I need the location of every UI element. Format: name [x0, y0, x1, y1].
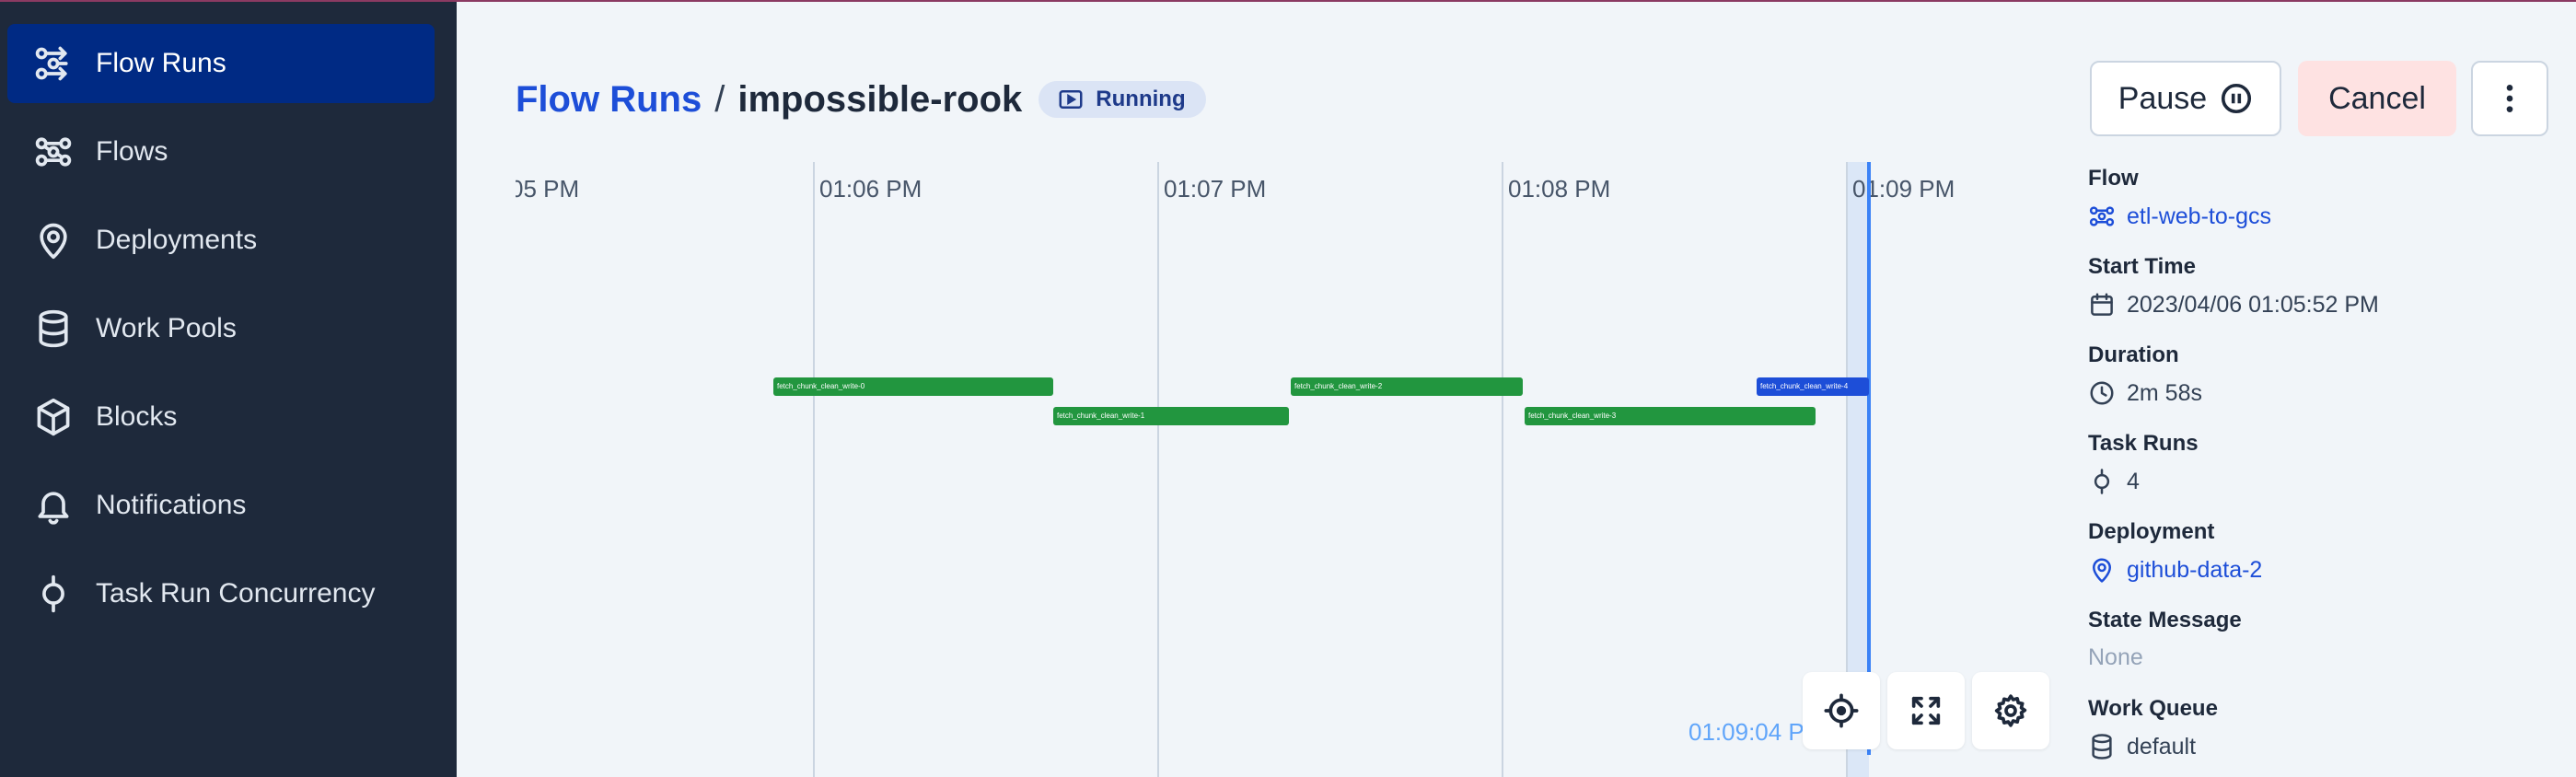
- detail-value: 4: [2127, 468, 2140, 494]
- sidebar-item-label: Task Run Concurrency: [96, 578, 376, 609]
- pause-icon: [2222, 83, 2252, 114]
- database-icon: [31, 307, 75, 351]
- bell-icon: [31, 483, 75, 528]
- task-bar[interactable]: fetch_chunk_clean_write-4: [1757, 377, 1869, 396]
- flow-link[interactable]: etl-web-to-gcs: [2088, 203, 2567, 230]
- database-icon: [2092, 734, 2112, 760]
- detail-duration: Duration 2m 58s: [2088, 342, 2567, 407]
- detail-work-queue: Work Queue default: [2088, 696, 2567, 760]
- gear-icon: [1994, 694, 2027, 727]
- cancel-button[interactable]: Cancel: [2298, 61, 2456, 136]
- detail-value: github-data-2: [2127, 556, 2263, 583]
- gridline: [1157, 162, 1159, 777]
- breadcrumb: Flow Runs / impossible-rook Running: [516, 74, 1206, 125]
- sidebar-item-flow-runs[interactable]: Flow Runs: [7, 24, 435, 103]
- sidebar-item-blocks[interactable]: Blocks: [7, 377, 435, 457]
- detail-value: 2023/04/06 01:05:52 PM: [2127, 291, 2379, 318]
- detail-label: State Message: [2088, 608, 2242, 632]
- sidebar-item-label: Flow Runs: [96, 48, 226, 78]
- task-bar[interactable]: fetch_chunk_clean_write-0: [773, 377, 1053, 396]
- detail-flow: Flow etl-web-to-gcs: [2088, 166, 2567, 230]
- detail-label: Flow: [2088, 166, 2139, 191]
- map-pin-icon: [2093, 558, 2111, 583]
- task-run-icon: [31, 572, 75, 616]
- flow-runs-icon: [31, 41, 75, 86]
- task-bar[interactable]: fetch_chunk_clean_write-2: [1291, 377, 1523, 396]
- detail-value: etl-web-to-gcs: [2127, 203, 2271, 229]
- detail-value-row: 4: [2088, 468, 2567, 495]
- page-title: impossible-rook: [737, 78, 1023, 120]
- detail-value: 2m 58s: [2127, 379, 2202, 406]
- detail-value-row: None: [2088, 644, 2567, 671]
- cube-icon: [31, 395, 75, 439]
- sidebar-item-label: Deployments: [96, 225, 258, 255]
- now-time-label: 01:09:04 P: [1688, 718, 1804, 746]
- detail-value: default: [2127, 733, 2197, 760]
- detail-deployment: Deployment github-data-2: [2088, 519, 2567, 584]
- clock-icon: [2090, 381, 2114, 405]
- task-run-icon: [2094, 469, 2110, 494]
- pause-button[interactable]: Pause: [2090, 61, 2281, 136]
- sidebar-item-deployments[interactable]: Deployments: [7, 201, 435, 280]
- task-bar[interactable]: fetch_chunk_clean_write-3: [1525, 407, 1816, 425]
- state-badge: Running: [1039, 81, 1206, 118]
- sidebar-item-flows[interactable]: Flows: [7, 112, 435, 191]
- more-options-button[interactable]: [2471, 61, 2548, 136]
- play-icon: [1059, 90, 1083, 109]
- task-bar[interactable]: fetch_chunk_clean_write-1: [1053, 407, 1289, 425]
- flows-icon: [31, 130, 75, 174]
- calendar-icon: [2091, 293, 2113, 316]
- flows-icon: [2089, 206, 2115, 226]
- detail-label: Duration: [2088, 342, 2179, 367]
- breadcrumb-flow-runs-link[interactable]: Flow Runs: [516, 79, 702, 121]
- vertical-dots-icon: [2506, 85, 2513, 112]
- detail-state-message: State Message None: [2088, 608, 2567, 671]
- now-marker: [1867, 162, 1871, 755]
- breadcrumb-separator: /: [714, 78, 725, 120]
- detail-value-row: 2m 58s: [2088, 379, 2567, 407]
- detail-label: Deployment: [2088, 519, 2215, 544]
- map-pin-icon: [31, 218, 75, 262]
- detail-start-time: Start Time 2023/04/06 01:05:52 PM: [2088, 254, 2567, 319]
- detail-value: None: [2088, 644, 2143, 670]
- sidebar: Flow Runs Flows Deployments Work Pools B…: [0, 0, 457, 777]
- detail-label: Work Queue: [2088, 696, 2218, 721]
- detail-label: Start Time: [2088, 254, 2196, 279]
- pause-label: Pause: [2118, 80, 2208, 116]
- sidebar-item-label: Notifications: [96, 490, 247, 520]
- timeline-settings-button[interactable]: [1972, 672, 2049, 749]
- tick-label: 05 PM: [516, 175, 580, 203]
- deployment-link[interactable]: github-data-2: [2088, 556, 2567, 584]
- sidebar-item-work-pools[interactable]: Work Pools: [7, 289, 435, 368]
- detail-value-row: default: [2088, 733, 2567, 760]
- sidebar-item-notifications[interactable]: Notifications: [7, 466, 435, 545]
- gridline: [1502, 162, 1503, 777]
- crosshair-icon: [1824, 693, 1859, 728]
- sidebar-item-label: Flows: [96, 136, 168, 167]
- tick-label: 01:07 PM: [1164, 175, 1267, 203]
- sidebar-item-label: Work Pools: [96, 313, 237, 343]
- gridline: [813, 162, 815, 777]
- flow-run-timeline[interactable]: 05 PM 01:06 PM 01:07 PM 01:08 PM 01:09 P…: [516, 162, 2053, 777]
- tick-label: 01:06 PM: [819, 175, 922, 203]
- state-label: Running: [1096, 87, 1186, 111]
- sidebar-item-task-run-concurrency[interactable]: Task Run Concurrency: [7, 554, 435, 633]
- detail-value-row: 2023/04/06 01:05:52 PM: [2088, 291, 2567, 319]
- cancel-label: Cancel: [2328, 80, 2426, 116]
- window-top-border: [0, 0, 2576, 2]
- recenter-button[interactable]: [1803, 672, 1880, 749]
- sidebar-item-label: Blocks: [96, 401, 178, 432]
- detail-task-runs: Task Runs 4: [2088, 431, 2567, 495]
- fullscreen-button[interactable]: [1887, 672, 1965, 749]
- tick-label: 01:08 PM: [1508, 175, 1611, 203]
- detail-label: Task Runs: [2088, 431, 2199, 456]
- expand-icon: [1911, 696, 1941, 725]
